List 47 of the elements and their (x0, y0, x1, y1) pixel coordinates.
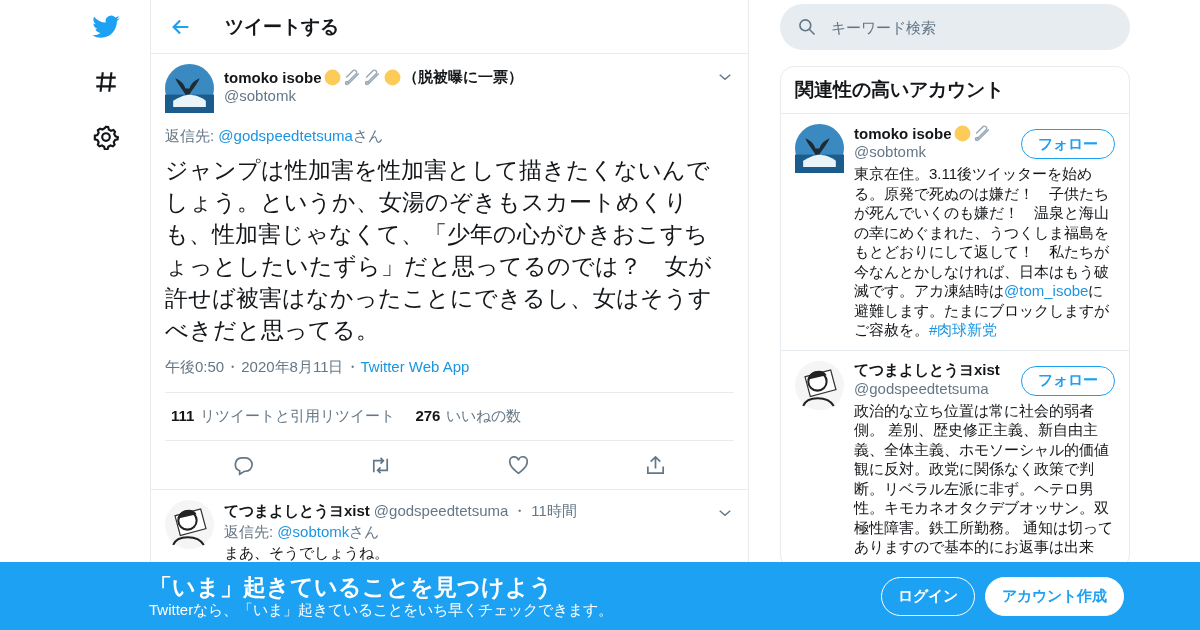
stat-count: 111 (171, 407, 195, 424)
stat-label[interactable]: いいねの数 (446, 407, 522, 424)
separator-dot: ・ (512, 501, 528, 521)
user-name-suffix: （脱被曝に一票） (402, 68, 523, 87)
user-bio: 東京在住。3.11後ツイッターを始める。原発で死ぬのは嫌だ！ 子供たちが死んでいくのも嫌だ！ 温泉と海山の幸にめぐまれた、うつくしま福島をもとどおりにして返して！ 私たちが今なんとかしなければ、日本はもう破滅です。アカ凍結時は@tom_isobeに避難します。たまにブロックしますがご容赦を。#肉球新党 (854, 164, 1110, 340)
separator-dot: ・ (225, 358, 241, 375)
user-handle: @sobtomk (854, 143, 927, 160)
banner-title: 「いま」起きていることを見つけよう (149, 572, 554, 601)
mention-link[interactable]: @godspeedtetsuma (218, 127, 353, 144)
reply-context: 返信先: @sobtomkさん (224, 522, 381, 542)
user-handle: @godspeedtetsuma (854, 379, 990, 397)
reply-text: まあ、そうでしょうね。 (224, 543, 390, 563)
heart-icon[interactable] (506, 453, 530, 477)
safety-pin-icon (972, 124, 992, 143)
user-bio: 政治的な立ち位置は常に社会的弱者側。 差別、歴史修正主義、新自由主義、全体主義、ホモソーシャル的価値観に反対。政党に関係なく政策で判断。リベラル左派に非ず。ヘテロ男性。キモカネオタクデブオッサン。双極性障害。鉄工所勤務。 通知は切ってありますので基本的にお返事は出来 (854, 400, 1115, 557)
reply-context: 返信先: @godspeedtetsumaさん (165, 127, 384, 146)
stat-count: 276 (415, 407, 441, 424)
circle-icon (322, 68, 342, 87)
tweet-text: ジャンプは性加害を性加害として描きたくないんでしょう。というか、女湯のぞきもスカートめくりも、性加害じゃなくて、「少年の心がひきおこすちょっとしたいたずら」だと思ってるのでは？ 女が許せば被害はなかったことにできるし、女はそうすべきだと思ってる。 (165, 156, 713, 345)
mention-link[interactable]: @sobtomk (277, 523, 350, 540)
separator-dot: ・ (344, 358, 360, 375)
user-handle: @sobtomk (224, 87, 297, 104)
user-name: tomoko isobe (224, 69, 322, 86)
source-link[interactable]: Twitter Web App (360, 358, 470, 375)
safety-pin-icon (342, 68, 362, 87)
stat-label[interactable]: リツイートと引用リツイート (200, 407, 396, 424)
follow-button[interactable]: フォロー (1021, 129, 1115, 159)
user-name: tomoko isobe (854, 125, 952, 142)
page-title: ツイートする (225, 14, 339, 39)
sign-up-button[interactable]: アカウント作成 (985, 576, 1124, 616)
user-name: てつまよしとうヨxist (224, 501, 370, 521)
circle-icon (952, 124, 972, 143)
tweet-age: 11時間 (531, 501, 577, 521)
mention-link[interactable]: @tom_isobe (1004, 282, 1089, 299)
banner-subtitle: Twitterなら、「いま」起きていることをいち早くチェックできます。 (149, 600, 614, 620)
card-title: 関連性の高いアカウント (781, 67, 1129, 114)
user-name: てつまよしとうヨxist (854, 360, 1000, 380)
hashtag-link[interactable]: #肉球新党 (929, 321, 998, 338)
safety-pin-icon (362, 68, 382, 87)
tweet-time: 午後0:50 (165, 358, 225, 375)
tweet-date: 2020年8月11日 (241, 358, 344, 375)
search-field[interactable]: キーワード検索 (780, 4, 1130, 50)
search-icon (797, 17, 817, 37)
follow-button[interactable]: フォロー (1021, 365, 1115, 396)
user-handle: @godspeedtetsuma (373, 501, 509, 521)
settings-icon[interactable] (93, 123, 119, 150)
circle-icon (382, 68, 402, 87)
